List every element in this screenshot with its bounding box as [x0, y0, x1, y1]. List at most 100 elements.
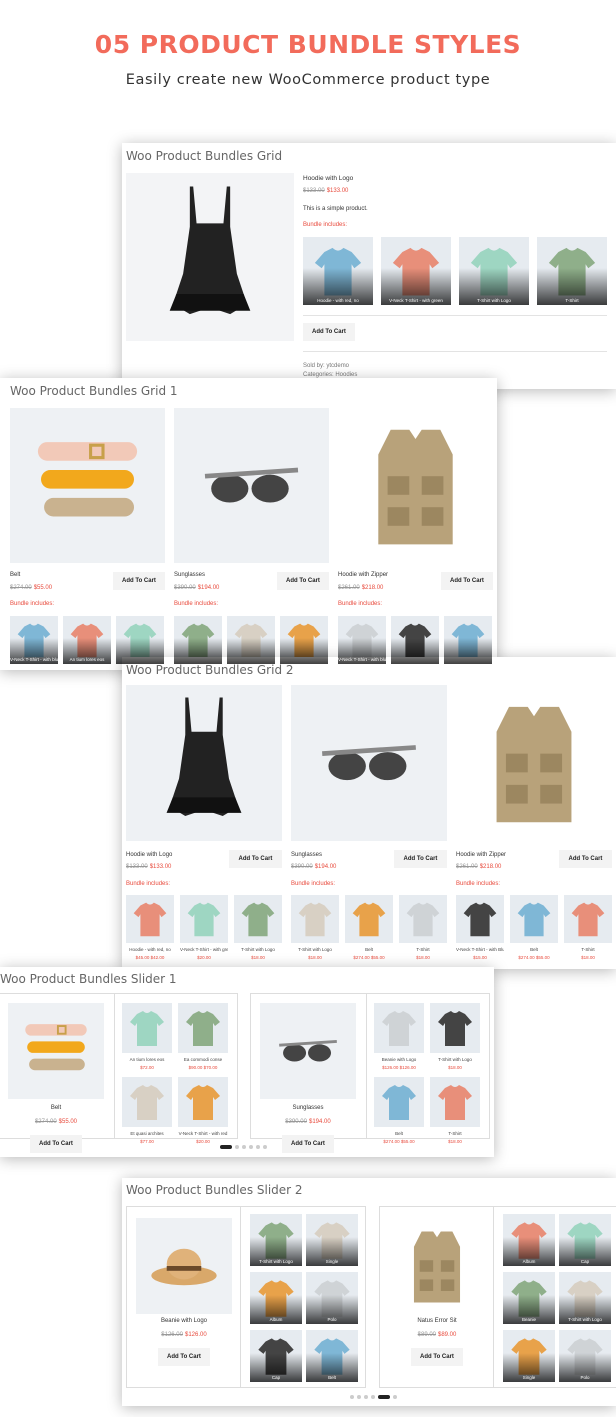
bundle-thumb[interactable]	[122, 1077, 172, 1127]
bundle-thumb-label: V-Neck T-Shirt - with blue	[10, 657, 58, 662]
add-to-cart-button[interactable]: Add To Cart	[394, 850, 447, 868]
add-to-cart-button[interactable]: Add To Cart	[158, 1348, 210, 1366]
add-to-cart-button[interactable]: Add To Cart	[229, 850, 282, 868]
product-image[interactable]	[338, 408, 493, 563]
bundle-thumb[interactable]	[430, 1077, 480, 1127]
product-name[interactable]: Hoodie with Zipper	[456, 852, 506, 858]
bundle-thumb[interactable]: Album	[250, 1272, 302, 1324]
product-image[interactable]	[291, 685, 447, 841]
slider-dot[interactable]	[393, 1395, 397, 1399]
add-to-cart-button[interactable]: Add To Cart	[282, 1135, 334, 1153]
product-name[interactable]: Sunglasses	[291, 852, 322, 858]
bundle-thumb[interactable]	[116, 616, 164, 664]
bundle-thumb[interactable]: Single	[503, 1330, 555, 1382]
bundle-thumb[interactable]: Single	[306, 1214, 358, 1266]
bundle-thumb[interactable]	[510, 895, 558, 943]
bundle-thumb[interactable]: T-Shirt with Logo	[459, 237, 529, 305]
add-to-cart-button[interactable]: Add To Cart	[441, 572, 493, 590]
bundle-thumb[interactable]: Cap	[559, 1214, 611, 1266]
product-image[interactable]	[136, 1218, 232, 1314]
bundle-thumb-label: T-Shirt with Logo	[298, 947, 332, 952]
slider-dot[interactable]	[256, 1145, 260, 1149]
product-name[interactable]: Sunglasses	[260, 1105, 356, 1111]
bundle-thumb[interactable]: T-Shirt	[537, 237, 607, 305]
bundle-label: Bundle includes:	[291, 881, 336, 887]
slider-dot[interactable]	[357, 1395, 361, 1399]
product-image[interactable]	[8, 1003, 104, 1099]
bundle-thumb[interactable]: An tium lores eos	[63, 616, 111, 664]
product-name[interactable]: Beanie with Logo	[136, 1318, 232, 1324]
product-image[interactable]	[389, 1218, 485, 1314]
slider-dot[interactable]	[350, 1395, 354, 1399]
bundle-thumb[interactable]: V-Neck T-Shirt - with green	[381, 237, 451, 305]
slider-dot[interactable]	[364, 1395, 368, 1399]
bundle-thumb[interactable]: Cap	[250, 1330, 302, 1382]
bundle-thumb[interactable]: Beanie	[503, 1272, 555, 1324]
product-name[interactable]: Natus Error Sit	[389, 1318, 485, 1324]
slider-dot[interactable]	[220, 1145, 232, 1149]
product-name[interactable]: Sunglasses	[174, 572, 205, 578]
add-to-cart-button[interactable]: Add To Cart	[30, 1135, 82, 1153]
add-to-cart-button[interactable]: Add To Cart	[277, 572, 329, 590]
slider-dot[interactable]	[242, 1145, 246, 1149]
bundle-thumb[interactable]: Hoodie - with red, no	[303, 237, 373, 305]
product-image[interactable]	[10, 408, 165, 563]
bundle-thumb[interactable]	[180, 895, 228, 943]
bundle-thumb[interactable]	[178, 1003, 228, 1053]
bundle-thumb-label: V-Neck T-Shirt - with green	[180, 947, 228, 952]
slider-dot[interactable]	[263, 1145, 267, 1149]
bundle-thumb[interactable]	[126, 895, 174, 943]
product-image[interactable]	[126, 173, 294, 341]
add-to-cart-button[interactable]: Add To Cart	[559, 850, 612, 868]
slider-dot[interactable]	[235, 1145, 239, 1149]
slider-dots[interactable]	[220, 1145, 267, 1149]
bundle-thumb[interactable]	[345, 895, 393, 943]
add-to-cart-button[interactable]: Add To Cart	[113, 572, 165, 590]
bundle-thumb[interactable]: T-Shirt with Logo	[250, 1214, 302, 1266]
bundle-thumb[interactable]	[280, 616, 328, 664]
bundle-thumb[interactable]	[291, 895, 339, 943]
product-image[interactable]	[126, 685, 282, 841]
product-name[interactable]: Belt	[10, 572, 20, 578]
add-to-cart-button[interactable]: Add To Cart	[303, 323, 355, 341]
panel-grid: Woo Product Bundles Grid Hoodie with Log…	[122, 143, 616, 389]
add-to-cart-button[interactable]: Add To Cart	[411, 1348, 463, 1366]
bundle-thumb[interactable]	[227, 616, 275, 664]
bundle-thumb[interactable]	[444, 616, 492, 664]
product-image[interactable]	[260, 1003, 356, 1099]
product-image[interactable]	[174, 408, 329, 563]
bundle-thumb[interactable]: Belt	[306, 1330, 358, 1382]
bundle-thumb[interactable]	[456, 895, 504, 943]
bundle-thumb[interactable]	[234, 895, 282, 943]
bundle-thumb[interactable]: Polo	[306, 1272, 358, 1324]
bundle-label: Bundle includes:	[456, 881, 501, 887]
bundle-thumb[interactable]: V-Neck T-Shirt - with blue	[338, 616, 386, 664]
bundle-thumb[interactable]: Album	[503, 1214, 555, 1266]
bundle-thumb[interactable]: T-Shirt with Logo	[559, 1272, 611, 1324]
product-name[interactable]: Hoodie with Logo	[303, 175, 353, 182]
bundle-thumb-label: Ea commodi conse	[183, 1057, 223, 1062]
bundle-thumb[interactable]: V-Neck T-Shirt - with blue	[10, 616, 58, 664]
bundle-thumb[interactable]	[391, 616, 439, 664]
bundle-thumb[interactable]: Polo	[559, 1330, 611, 1382]
bundle-thumb-label: T-Shirt with Logo	[438, 1057, 472, 1062]
bundle-thumb-label: An tium lores eos	[69, 657, 105, 662]
bundle-thumb[interactable]	[174, 616, 222, 664]
bundle-thumb[interactable]	[178, 1077, 228, 1127]
bundle-thumb[interactable]	[430, 1003, 480, 1053]
product-name[interactable]: Belt	[8, 1105, 104, 1111]
bundle-thumb[interactable]	[399, 895, 447, 943]
slider-dot[interactable]	[378, 1395, 390, 1399]
slider-dots[interactable]	[350, 1395, 397, 1399]
bundle-thumb[interactable]	[374, 1077, 424, 1127]
slider-dot[interactable]	[249, 1145, 253, 1149]
product-image[interactable]	[456, 685, 612, 841]
product-name[interactable]: Hoodie with Logo	[126, 852, 172, 858]
bundle-thumb[interactable]	[374, 1003, 424, 1053]
bundle-thumb[interactable]	[564, 895, 612, 943]
product-name[interactable]: Hoodie with Zipper	[338, 572, 388, 578]
bundle-thumb-price: $20.00	[197, 955, 211, 960]
product-price: $261.00 $218.00	[456, 864, 502, 870]
slider-dot[interactable]	[371, 1395, 375, 1399]
bundle-thumb[interactable]	[122, 1003, 172, 1053]
